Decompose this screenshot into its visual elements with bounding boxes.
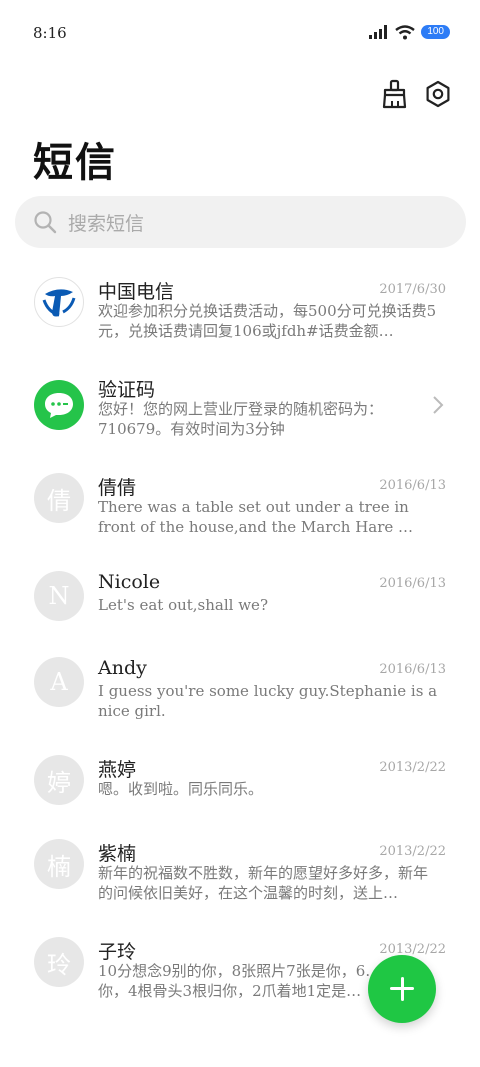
status-icons: 100 bbox=[369, 22, 450, 42]
search-placeholder: 搜索短信 bbox=[68, 213, 145, 235]
conversation-preview: 嗯。收到啦。同乐同乐。 bbox=[98, 780, 264, 798]
conversation-preview: There was a table set out under a tree i… bbox=[98, 498, 414, 536]
battery-badge: 100 bbox=[421, 25, 450, 39]
china-telecom-logo bbox=[34, 277, 84, 327]
conversation-date: 2013/2/22 bbox=[379, 942, 446, 957]
conversation-date: 2016/6/13 bbox=[379, 478, 446, 493]
conversation-name: 燕婷 bbox=[98, 759, 137, 781]
wifi-icon bbox=[395, 24, 416, 39]
broom-icon[interactable] bbox=[379, 78, 411, 110]
plus-icon bbox=[400, 977, 404, 1001]
page-title: 短信 bbox=[33, 140, 117, 186]
message-icon bbox=[34, 380, 84, 430]
conversation-preview: 新年的祝福数不胜数，新年的愿望好多好多，新年的问候依旧美好，在这个温馨的时刻，送… bbox=[98, 864, 429, 902]
search-input[interactable]: 搜索短信 bbox=[15, 196, 466, 248]
conversation-row[interactable]: 倩 倩倩 2016/6/13 There was a table set out… bbox=[0, 454, 480, 552]
conversation-preview: I guess you're some lucky guy.Stephanie … bbox=[98, 682, 438, 720]
avatar: 倩 bbox=[34, 473, 84, 523]
avatar: 玲 bbox=[34, 937, 84, 987]
conversation-name: 验证码 bbox=[98, 379, 156, 401]
conversation-date: 2016/6/13 bbox=[379, 576, 446, 591]
conversation-preview: 您好！您的网上营业厅登录的随机密码为：710679。有效时间为3分钟 bbox=[98, 400, 384, 438]
conversation-name: 紫楠 bbox=[98, 843, 137, 865]
gear-icon[interactable] bbox=[422, 78, 454, 110]
conversation-preview: 欢迎参加积分兑换话费活动，每500分可兑换话费5元，兑换话费请回复106或jfd… bbox=[98, 302, 437, 340]
conversation-row[interactable]: N Nicole 2016/6/13 Let's eat out,shall w… bbox=[0, 552, 480, 650]
status-time: 8:16 bbox=[33, 24, 67, 42]
conversation-preview: Let's eat out,shall we? bbox=[98, 596, 268, 614]
conversation-name: 子玲 bbox=[98, 941, 137, 963]
signal-icon bbox=[369, 25, 388, 39]
avatar: 婷 bbox=[34, 755, 84, 805]
conversation-date: 2013/2/22 bbox=[379, 844, 446, 859]
status-bar: 8:16 100 bbox=[0, 0, 480, 64]
avatar: A bbox=[34, 657, 84, 707]
conversation-date: 2013/2/22 bbox=[379, 760, 446, 775]
avatar: 楠 bbox=[34, 839, 84, 889]
conversation-date: 2017/6/30 bbox=[379, 282, 446, 297]
conversation-row[interactable]: 中国电信 2017/6/30 欢迎参加积分兑换话费活动，每500分可兑换话费5元… bbox=[0, 258, 480, 356]
conversation-row[interactable]: A Andy 2016/6/13 I guess you're some luc… bbox=[0, 638, 480, 736]
conversation-row[interactable]: 验证码 您好！您的网上营业厅登录的随机密码为：710679。有效时间为3分钟 bbox=[0, 356, 480, 454]
conversation-row[interactable]: 楠 紫楠 2013/2/22 新年的祝福数不胜数，新年的愿望好多好多，新年的问候… bbox=[0, 820, 480, 918]
conversation-name: Nicole bbox=[98, 571, 161, 593]
conversation-name: 倩倩 bbox=[98, 477, 137, 499]
avatar: N bbox=[34, 571, 84, 621]
new-message-button[interactable] bbox=[368, 955, 436, 1023]
conversation-date: 2016/6/13 bbox=[379, 662, 446, 677]
search-icon bbox=[34, 211, 57, 234]
chevron-right-icon bbox=[433, 396, 444, 414]
conversation-name: Andy bbox=[98, 657, 147, 679]
conversation-name: 中国电信 bbox=[98, 281, 175, 303]
